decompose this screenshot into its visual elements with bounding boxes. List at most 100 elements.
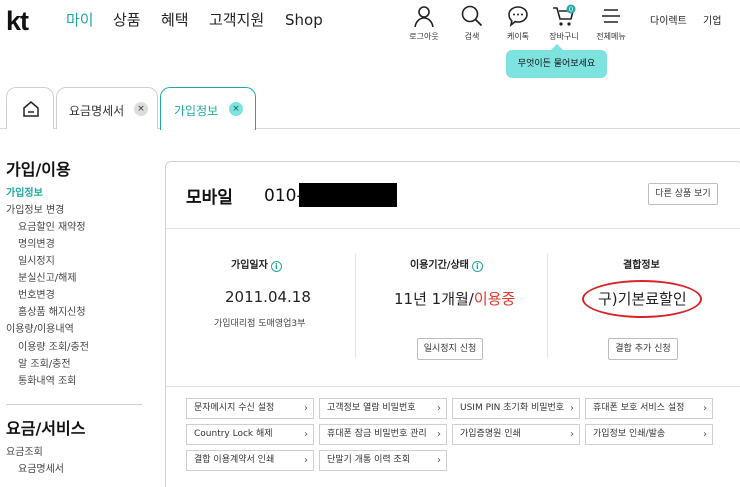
combine-add-button[interactable]: 결합 추가 신청: [608, 338, 678, 360]
sidebar-item-join-change[interactable]: 가입정보 변경: [6, 204, 64, 218]
chevron-right-icon: ›: [437, 403, 441, 414]
sidebar-item-al-inquiry[interactable]: 알 조회/충전: [18, 358, 71, 372]
cart-badge: 0: [569, 6, 573, 14]
cart-label: 장바구니: [549, 32, 579, 41]
grid-divider: [166, 386, 740, 387]
phone-redaction: [299, 183, 397, 207]
link-device-history[interactable]: 단말기 개통 이력 조회 ›: [319, 450, 447, 471]
home-icon: [23, 101, 39, 117]
link-combine-contract[interactable]: 결합 이용계약서 인쇄 ›: [186, 450, 314, 471]
chevron-right-icon: ›: [703, 429, 707, 440]
business-link[interactable]: 기업: [703, 12, 721, 27]
period-status-value: 11년 1개월/이용중: [394, 288, 515, 309]
sidebar-item-usage-inquiry[interactable]: 이용량 조회/충전: [18, 341, 89, 355]
chevron-right-icon: ›: [304, 429, 308, 440]
nav-benefits[interactable]: 혜택: [161, 10, 189, 30]
sidebar-divider: [6, 404, 142, 405]
product-type: 모바일: [186, 188, 233, 208]
kt-logo[interactable]: kt: [6, 6, 29, 36]
chevron-right-icon: ›: [703, 403, 707, 414]
sidebar-item-usage[interactable]: 이용량/이용내역: [6, 323, 74, 337]
person-icon: [414, 6, 434, 28]
sidebar-item-name-change[interactable]: 명의변경: [18, 238, 55, 252]
link-join-certificate[interactable]: 가입증명원 인쇄 ›: [452, 424, 580, 445]
card-divider: [166, 228, 740, 229]
chevron-right-icon: ›: [304, 403, 308, 414]
sidebar-item-suspend[interactable]: 일시정지: [18, 255, 55, 269]
other-product-button[interactable]: 다른 상품 보기: [648, 183, 718, 205]
search-icon: [461, 5, 483, 27]
nav-support[interactable]: 고객지원: [209, 10, 264, 30]
nav-products[interactable]: 상품: [113, 10, 141, 30]
join-date-value: 2011.04.18: [225, 288, 311, 306]
column-separator: [547, 254, 548, 358]
link-info-password[interactable]: 고객정보 열람 비밀번호 ›: [319, 398, 447, 419]
join-date-heading: 가입일자 i: [231, 256, 282, 272]
direct-link[interactable]: 다이렉트: [650, 12, 687, 27]
column-separator: [355, 254, 356, 358]
period-heading-label: 이용기간/상태: [410, 260, 469, 271]
sidebar-item-discount-recontract[interactable]: 요금할인 재약정: [18, 221, 86, 235]
chevron-right-icon: ›: [570, 403, 574, 414]
join-date-heading-label: 가입일자: [231, 260, 268, 271]
cart-icon: 0: [553, 4, 576, 26]
link-sms-setting[interactable]: 문자메시지 수신 설정 ›: [186, 398, 314, 419]
chevron-right-icon: ›: [437, 455, 441, 466]
link-country-lock[interactable]: Country Lock 해제 ›: [186, 424, 314, 445]
period-value: 11년 1개월/: [394, 290, 474, 308]
tab-home[interactable]: [6, 87, 54, 129]
close-icon[interactable]: ×: [134, 102, 148, 116]
ktalk-button[interactable]: 케이톡: [492, 4, 544, 42]
combine-heading: 결합정보: [623, 260, 660, 271]
sidebar-item-lost-report[interactable]: 분실신고/해제: [18, 272, 77, 286]
link-label: 단말기 개통 이력 조회: [327, 455, 411, 465]
suspend-request-button[interactable]: 일시정지 신청: [417, 338, 483, 360]
chevron-right-icon: ›: [570, 429, 574, 440]
tab-join-label: 가입정보: [174, 104, 219, 118]
info-icon[interactable]: i: [270, 261, 282, 272]
link-label: 휴대폰 잠금 비밀번호 관리: [327, 429, 427, 439]
sidebar-item-join-info[interactable]: 가입정보: [6, 187, 43, 201]
logout-button[interactable]: 로그아웃: [398, 4, 450, 42]
link-label: Country Lock 해제: [194, 429, 273, 439]
sidebar-item-home-cancel[interactable]: 홈상품 해지신청: [18, 306, 86, 320]
sidebar-section-join-use: 가입/이용: [6, 160, 71, 179]
link-label: 가입정보 인쇄/발송: [593, 429, 666, 439]
info-icon[interactable]: i: [471, 261, 483, 272]
link-lock-password[interactable]: 휴대폰 잠금 비밀번호 관리 ›: [319, 424, 447, 445]
link-label: 문자메시지 수신 설정: [194, 403, 275, 413]
link-label: 고객정보 열람 비밀번호: [327, 403, 416, 413]
sidebar-item-call-history[interactable]: 통화내역 조회: [18, 375, 76, 389]
ktalk-label: 케이톡: [506, 32, 530, 41]
sidebar-item-bill-inquiry[interactable]: 요금조회: [6, 446, 43, 460]
chat-tooltip[interactable]: 무엇이든 물어보세요: [506, 44, 607, 78]
search-label: 검색: [464, 32, 480, 41]
join-store: 가입대리점 도매영업3부: [214, 319, 306, 329]
phone-number: 010-: [264, 186, 303, 206]
chevron-right-icon: ›: [304, 455, 308, 466]
annotation-circle: [582, 280, 702, 318]
link-phone-protect[interactable]: 휴대폰 보호 서비스 설정 ›: [585, 398, 713, 419]
link-join-info-print[interactable]: 가입정보 인쇄/발송 ›: [585, 424, 713, 445]
link-usim-pin[interactable]: USIM PIN 초기화 비밀번호 ›: [452, 398, 580, 419]
chevron-right-icon: ›: [437, 429, 441, 440]
period-heading: 이용기간/상태 i: [410, 256, 483, 272]
tab-bill-label: 요금명세서: [69, 104, 125, 118]
link-label: 휴대폰 보호 서비스 설정: [593, 403, 685, 413]
link-label: 결합 이용계약서 인쇄: [194, 455, 275, 465]
search-button[interactable]: 검색: [446, 4, 498, 42]
close-icon[interactable]: ×: [229, 102, 243, 116]
tab-bill-statement[interactable]: 요금명세서 ×: [56, 87, 158, 129]
cart-button[interactable]: 0 장바구니: [538, 4, 590, 42]
link-label: 가입증명원 인쇄: [460, 429, 521, 439]
tab-join-info[interactable]: 가입정보 ×: [160, 87, 256, 130]
status-value: 이용중: [473, 290, 516, 308]
sidebar-section-billing: 요금/서비스: [6, 419, 86, 438]
sidebar-item-number-change[interactable]: 번호변경: [18, 289, 55, 303]
chat-icon: [508, 6, 528, 28]
all-menu-button[interactable]: 전체메뉴: [585, 4, 637, 42]
sidebar-item-bill-statement[interactable]: 요금명세서: [18, 463, 64, 477]
nav-my[interactable]: 마이: [66, 10, 94, 30]
all-menu-label: 전체메뉴: [596, 32, 626, 41]
nav-shop[interactable]: Shop: [285, 10, 323, 30]
